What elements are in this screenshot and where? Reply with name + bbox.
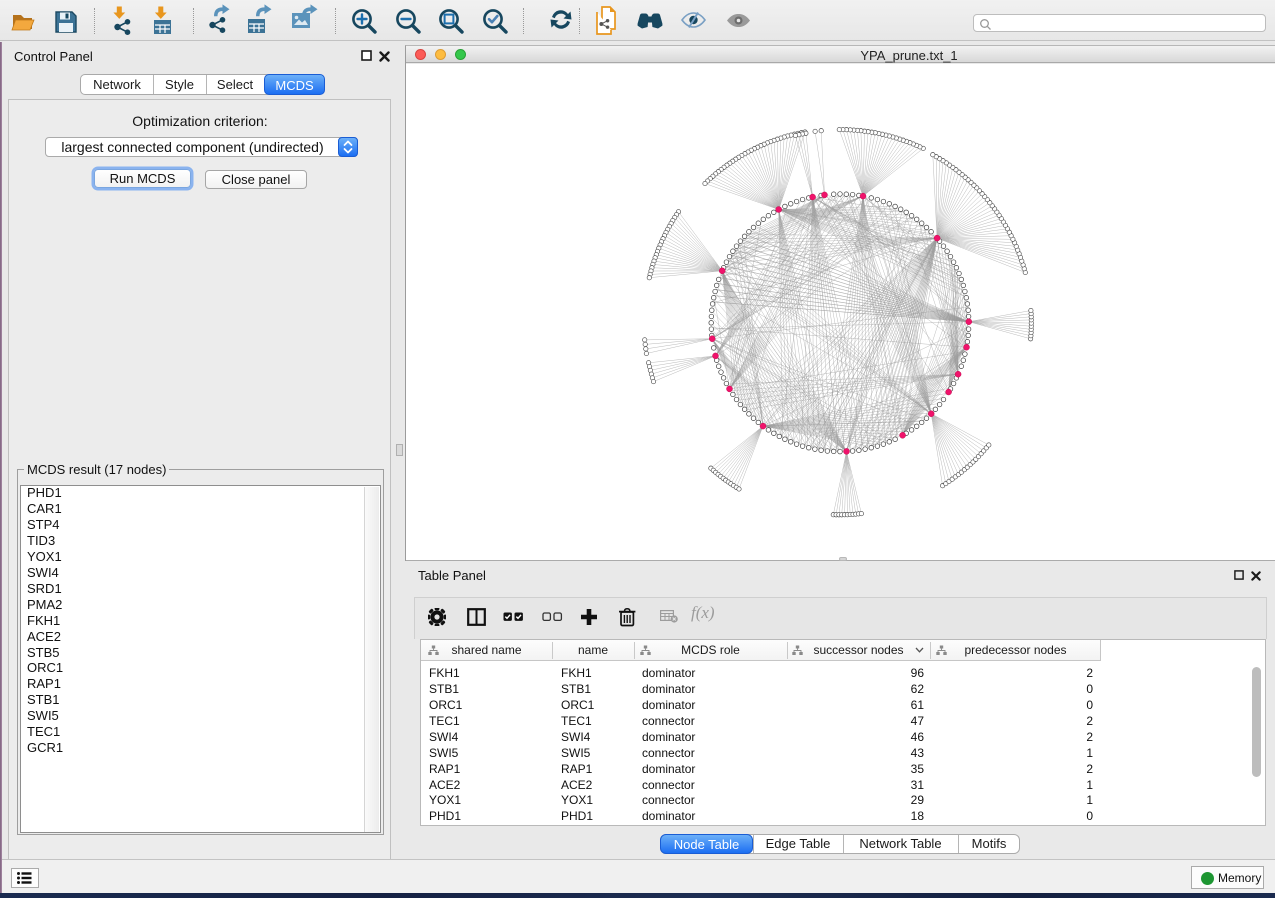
- svg-text:f(x): f(x): [691, 603, 715, 622]
